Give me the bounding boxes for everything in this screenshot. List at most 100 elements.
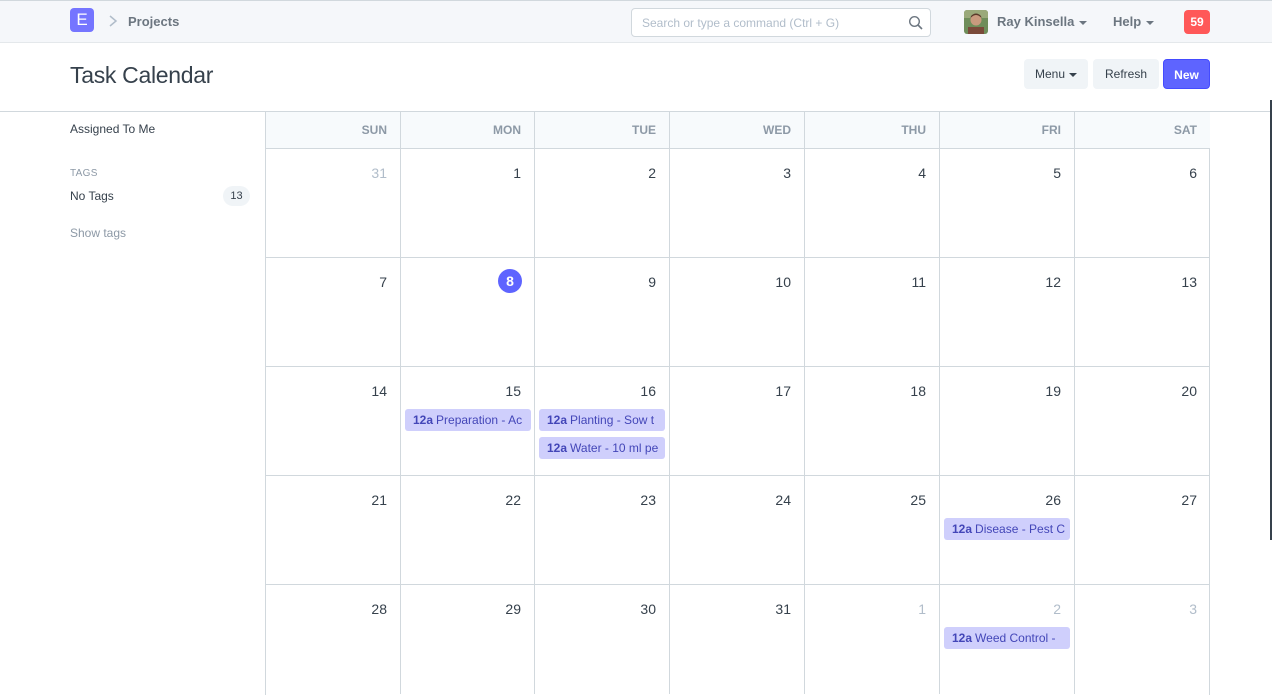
weekday-header: FRI (940, 112, 1075, 149)
day-number: 17 (775, 383, 791, 399)
calendar-day-cell[interactable]: 29 (401, 585, 535, 694)
event-time: 12a (547, 413, 568, 427)
day-number: 30 (640, 601, 656, 617)
notification-badge[interactable]: 59 (1184, 10, 1210, 34)
calendar-day-cell[interactable]: 20 (1075, 367, 1210, 476)
sidebar-item-no-tags[interactable]: No Tags (70, 189, 114, 203)
menu-button[interactable]: Menu (1024, 59, 1088, 89)
calendar-day-cell[interactable]: 14 (266, 367, 401, 476)
calendar-day-cell[interactable]: 7 (266, 258, 401, 367)
day-number: 15 (505, 383, 521, 399)
day-number: 31 (371, 165, 387, 181)
calendar-event[interactable]: 12a Planting - Sow t (539, 409, 665, 431)
weekday-header: SAT (1173, 123, 1197, 137)
day-number: 13 (1181, 274, 1197, 290)
calendar-day-cell[interactable]: 28 (266, 585, 401, 694)
day-number: 26 (1045, 492, 1061, 508)
app-logo[interactable]: E (70, 8, 94, 32)
day-number: 3 (783, 165, 791, 181)
calendar-day-today[interactable]: 8 (401, 258, 535, 367)
calendar-day-cell[interactable]: 24 (670, 476, 805, 585)
day-number: 20 (1181, 383, 1197, 399)
day-number: 2 (648, 165, 656, 181)
search-input[interactable] (642, 9, 902, 36)
refresh-button[interactable]: Refresh (1093, 59, 1159, 89)
day-number: 22 (505, 492, 521, 508)
calendar-day-cell[interactable]: 4 (805, 149, 940, 258)
new-button[interactable]: New (1163, 59, 1210, 89)
calendar-day-cell[interactable]: 27 (1075, 476, 1210, 585)
calendar-day-cell[interactable]: 6 (1075, 149, 1210, 258)
calendar-day-cell[interactable]: 3 (670, 149, 805, 258)
calendar-day-cell[interactable]: 1 (805, 585, 940, 694)
day-number: 23 (640, 492, 656, 508)
help-menu[interactable]: Help (1113, 14, 1155, 29)
calendar: SUN MON TUE WED THU FRI SAT 31 1 2 3 4 5 6 7 8 9 10 11 12 1… (265, 112, 1210, 695)
calendar-header: SUN MON TUE WED THU FRI SAT (266, 112, 1210, 149)
tags-heading: TAGS (70, 168, 98, 179)
calendar-day-cell[interactable]: 31 (266, 149, 401, 258)
calendar-day-cell[interactable]: 1 (401, 149, 535, 258)
search-box (631, 8, 931, 37)
day-number: 18 (910, 383, 926, 399)
event-time: 12a (952, 631, 973, 645)
day-number: 2 (1053, 601, 1061, 617)
navbar: E Projects Ray Kinsella Help 59 (0, 0, 1272, 43)
avatar[interactable] (964, 10, 988, 34)
event-title: Disease - Pest C (975, 522, 1066, 536)
day-number: 27 (1181, 492, 1197, 508)
calendar-day-cell[interactable]: 9 (535, 258, 670, 367)
caret-down-icon (1146, 20, 1155, 25)
calendar-event[interactable]: 12a Preparation - Ac (405, 409, 531, 431)
calendar-day-cell[interactable]: 13 (1075, 258, 1210, 367)
search-icon[interactable] (908, 15, 924, 31)
calendar-day-cell[interactable]: 2 12a Weed Control - (940, 585, 1075, 694)
breadcrumb-projects[interactable]: Projects (128, 14, 179, 29)
calendar-day-cell[interactable]: 12 (940, 258, 1075, 367)
weekday-header: WED (670, 112, 805, 149)
sidebar-item-assigned-to-me[interactable]: Assigned To Me (70, 122, 155, 136)
day-number: 1 (513, 165, 521, 181)
event-title: Water - 10 ml pe (570, 441, 659, 455)
calendar-week-row: 14 15 12a Preparation - Ac 16 12a Planting - S… (266, 367, 1210, 476)
user-menu[interactable]: Ray Kinsella (997, 14, 1088, 29)
calendar-day-cell[interactable]: 11 (805, 258, 940, 367)
day-number: 3 (1189, 601, 1197, 617)
event-time: 12a (547, 441, 568, 455)
day-number: 21 (371, 492, 387, 508)
page-head: Task Calendar Menu Refresh New (0, 43, 1272, 112)
calendar-day-cell[interactable]: 21 (266, 476, 401, 585)
show-tags-link[interactable]: Show tags (70, 226, 126, 240)
calendar-day-cell[interactable]: 17 (670, 367, 805, 476)
calendar-day-cell[interactable]: 2 (535, 149, 670, 258)
calendar-day-cell[interactable]: 10 (670, 258, 805, 367)
day-number: 10 (775, 274, 791, 290)
calendar-day-cell[interactable]: 18 (805, 367, 940, 476)
calendar-day-cell[interactable]: 19 (940, 367, 1075, 476)
weekday-header: MON (401, 112, 535, 149)
calendar-week-row: 7 8 9 10 11 12 13 (266, 258, 1210, 367)
calendar-event[interactable]: 12a Weed Control - (944, 627, 1070, 649)
calendar-day-cell[interactable]: 31 (670, 585, 805, 694)
day-number: 6 (1189, 165, 1197, 181)
calendar-day-cell[interactable]: 30 (535, 585, 670, 694)
caret-down-icon (1069, 72, 1078, 77)
calendar-day-cell[interactable]: 26 12a Disease - Pest C (940, 476, 1075, 585)
chevron-right-icon (109, 15, 118, 27)
calendar-day-cell[interactable]: 16 12a Planting - Sow t 12a Water - 10 ml pe (535, 367, 670, 476)
day-number: 14 (371, 383, 387, 399)
event-title: Planting - Sow t (570, 413, 655, 427)
calendar-day-cell[interactable]: 15 12a Preparation - Ac (401, 367, 535, 476)
calendar-day-cell[interactable]: 23 (535, 476, 670, 585)
calendar-event[interactable]: 12a Water - 10 ml pe (539, 437, 665, 459)
calendar-day-cell[interactable]: 3 (1075, 585, 1210, 694)
event-title: Weed Control - (975, 631, 1056, 645)
calendar-day-cell[interactable]: 25 (805, 476, 940, 585)
calendar-week-row: 21 22 23 24 25 26 12a Disease - Pest C 27 (266, 476, 1210, 585)
calendar-day-cell[interactable]: 22 (401, 476, 535, 585)
calendar-day-cell[interactable]: 5 (940, 149, 1075, 258)
calendar-body: 31 1 2 3 4 5 6 7 8 9 10 11 12 13 14 15 12a Preparation - … (266, 149, 1210, 694)
event-time: 12a (413, 413, 434, 427)
calendar-event[interactable]: 12a Disease - Pest C (944, 518, 1070, 540)
day-number: 25 (910, 492, 926, 508)
